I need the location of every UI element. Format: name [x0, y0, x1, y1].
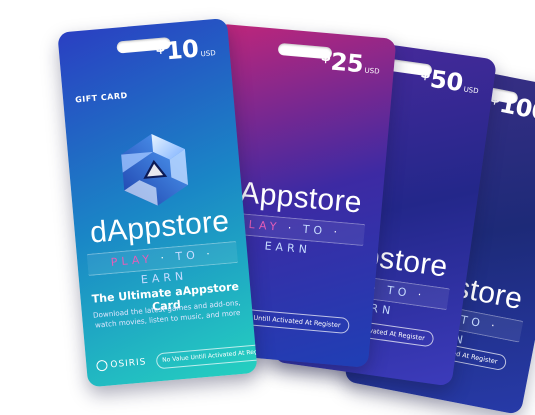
- currency-code: USD: [463, 85, 480, 96]
- tagline-to: TO: [459, 313, 485, 331]
- currency-code: USD: [200, 49, 217, 59]
- price-amount: 10: [164, 34, 200, 66]
- price-amount: 25: [329, 47, 365, 79]
- partner-name: OSIRIS: [110, 357, 147, 371]
- gift-card-10: $10USD GIFT CARD dAppstore PLAY · TO · E…: [57, 17, 258, 388]
- card-price: $100USD: [487, 88, 535, 130]
- card-price: $50USD: [418, 63, 481, 99]
- card-price: $25USD: [319, 47, 381, 80]
- partner-logo: OSIRIS: [96, 356, 147, 372]
- gift-card-label: GIFT CARD: [74, 90, 129, 105]
- card-price: $10USD: [154, 33, 216, 66]
- gift-card-fan: $100USD dAppstore PLAY · TO · EARN No Va…: [0, 0, 535, 415]
- tagline-to: TO: [174, 248, 200, 264]
- tagline-to: TO: [302, 222, 327, 238]
- tagline-earn: EARN: [140, 269, 188, 287]
- tagline-to: TO: [386, 283, 412, 300]
- price-amount: 100: [497, 89, 535, 127]
- notice-pill: No Value Untill Activated At Register: [155, 342, 258, 370]
- currency-code: USD: [364, 66, 380, 76]
- tagline-play: PLAY: [110, 252, 154, 269]
- brand-block: dAppstore PLAY · TO · EARN: [74, 203, 248, 286]
- tagline-earn: EARN: [264, 239, 312, 257]
- hexagon-logo-icon: [121, 133, 189, 206]
- osiris-icon: [96, 359, 108, 372]
- price-amount: 50: [428, 64, 465, 98]
